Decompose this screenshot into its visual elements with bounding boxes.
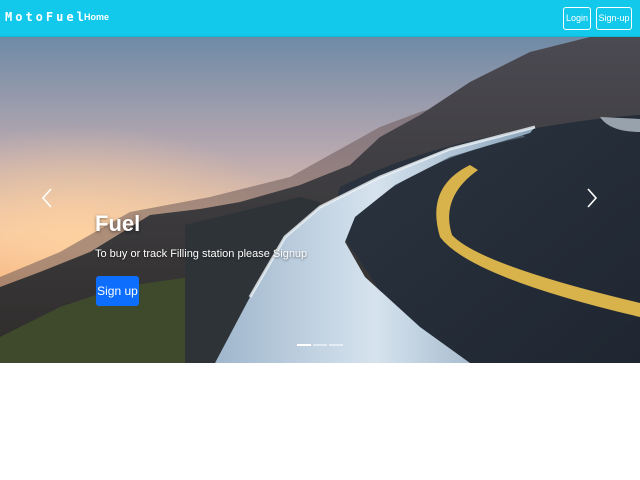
carousel-indicator[interactable] <box>329 344 343 346</box>
brand-logo[interactable]: MotoFuel <box>5 10 87 24</box>
carousel-indicator[interactable] <box>313 344 327 346</box>
login-button[interactable]: Login <box>563 7 591 30</box>
chevron-right-icon[interactable] <box>585 187 599 209</box>
carousel-caption-title: Fuel <box>95 211 141 236</box>
hero-carousel: Fuel To buy or track Filling station ple… <box>0 37 640 363</box>
top-navbar: MotoFuel Home Login Sign-up <box>0 0 640 37</box>
carousel-indicator[interactable] <box>297 344 311 346</box>
nav-link-home[interactable]: Home <box>84 12 109 22</box>
signup-button[interactable]: Sign-up <box>596 7 632 30</box>
chevron-left-icon[interactable] <box>40 187 54 209</box>
carousel-caption-text: To buy or track Filling station please S… <box>95 248 308 260</box>
caption-signup-button[interactable]: Sign up <box>96 276 139 306</box>
hero-background-image <box>0 37 640 363</box>
